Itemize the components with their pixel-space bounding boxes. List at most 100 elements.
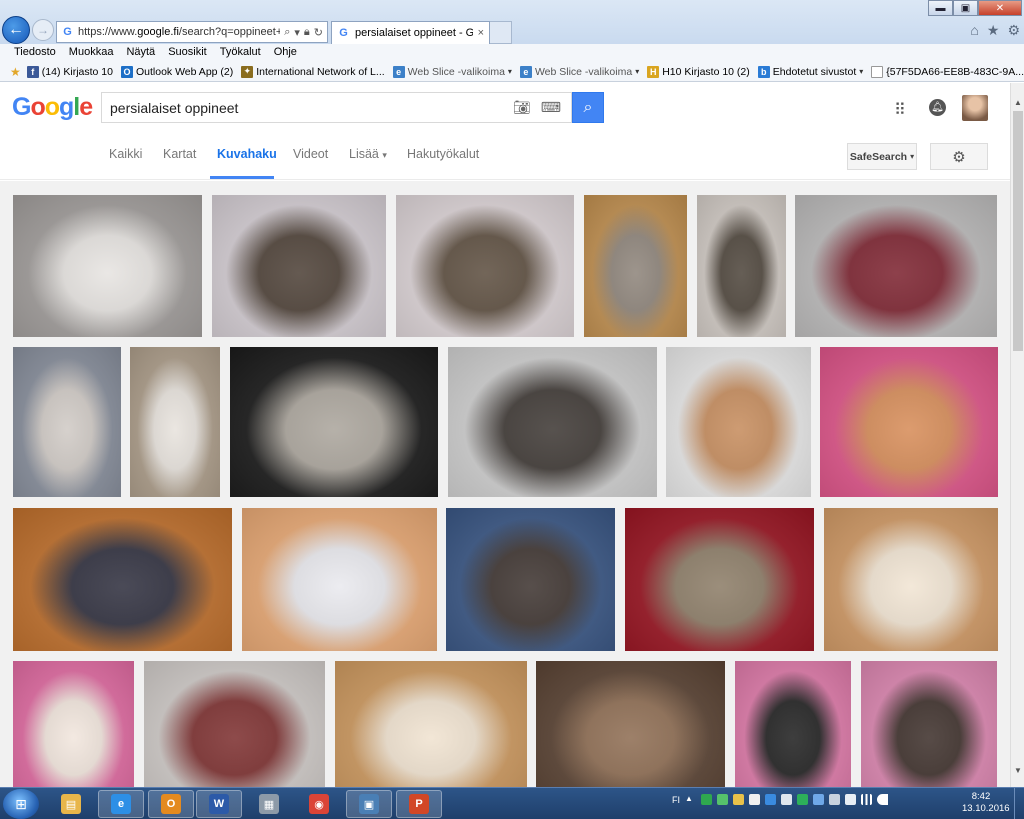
keyboard-icon[interactable]: ⌨	[541, 99, 561, 116]
image-thumbnail[interactable]	[795, 195, 997, 337]
tray-app-icon[interactable]	[829, 794, 840, 805]
scroll-up-icon[interactable]: ▲	[1011, 95, 1024, 109]
image-thumbnail[interactable]	[536, 661, 725, 787]
search-icon[interactable]: ⌕	[284, 26, 290, 39]
tray-arrow-icon[interactable]: ▲	[685, 794, 696, 805]
image-thumbnail[interactable]	[584, 195, 687, 337]
tab-all[interactable]: Kaikki	[109, 147, 142, 161]
image-thumbnail[interactable]	[230, 347, 438, 497]
refresh-icon[interactable]: ↻	[314, 26, 323, 39]
taskbar-app-explorer[interactable]: ▤	[48, 790, 94, 818]
tray-app-icon[interactable]	[733, 794, 744, 805]
settings-button[interactable]: ⚙	[930, 143, 988, 170]
new-tab-button[interactable]	[490, 21, 512, 44]
image-thumbnail[interactable]	[13, 195, 202, 337]
back-button[interactable]: ←	[2, 16, 30, 44]
image-thumbnail[interactable]	[824, 508, 998, 651]
tab-search-tools[interactable]: Hakutyökalut	[407, 147, 479, 161]
notifications-bell-icon[interactable]: 🔔︎	[929, 99, 946, 116]
tab-maps[interactable]: Kartat	[163, 147, 196, 161]
image-thumbnail[interactable]	[820, 347, 998, 497]
scroll-down-icon[interactable]: ▼	[1011, 763, 1024, 777]
show-desktop-button[interactable]	[1014, 788, 1024, 819]
menu-favorites[interactable]: Suosikit	[168, 44, 207, 62]
taskbar-app-chrome[interactable]: ◉	[296, 790, 342, 818]
menu-tools[interactable]: Työkalut	[220, 44, 261, 62]
image-thumbnail[interactable]	[130, 347, 220, 497]
image-thumbnail[interactable]	[625, 508, 814, 651]
tray-app-icon[interactable]	[701, 794, 712, 805]
tray-app-icon[interactable]	[749, 794, 760, 805]
home-icon[interactable]: ⌂	[970, 22, 978, 39]
chevron-down-icon[interactable]: ▾	[635, 67, 639, 76]
maximize-button[interactable]: ▣	[953, 0, 978, 16]
tools-gear-icon[interactable]: ⚙	[1007, 22, 1020, 39]
start-button[interactable]: ⊞	[3, 789, 39, 819]
image-thumbnail[interactable]	[666, 347, 811, 497]
menu-file[interactable]: Tiedosto	[14, 44, 56, 62]
taskbar-app-network[interactable]: ▣	[346, 790, 392, 818]
menu-view[interactable]: Näytä	[126, 44, 155, 62]
scrollbar-thumb[interactable]	[1013, 111, 1023, 351]
favorite-link[interactable]: H H10 Kirjasto 10 (2)	[647, 65, 750, 78]
taskbar-app-calculator[interactable]: ▦	[246, 790, 292, 818]
tray-app-icon[interactable]	[845, 794, 856, 805]
apps-grid-icon[interactable]: ⠿	[894, 100, 906, 120]
tab-more[interactable]: Lisää ▾	[349, 147, 387, 161]
clock[interactable]: 8:42 13.10.2016	[962, 791, 1010, 815]
volume-icon[interactable]	[877, 794, 888, 805]
image-thumbnail[interactable]	[446, 508, 615, 651]
image-thumbnail[interactable]	[13, 661, 134, 787]
page-scrollbar[interactable]: ▲ ▼	[1010, 83, 1024, 787]
favorite-link[interactable]: b Ehdotetut sivustot ▾	[757, 65, 863, 78]
search-input[interactable]: persialaiset oppineet 📷︎ ⌨	[101, 92, 572, 123]
image-thumbnail[interactable]	[448, 347, 657, 497]
forward-button[interactable]: →	[32, 19, 54, 41]
tab-images[interactable]: Kuvahaku	[217, 147, 277, 161]
image-thumbnail[interactable]	[13, 347, 121, 497]
address-url[interactable]: https://www.google.fi/search?q=oppineet+…	[78, 26, 280, 38]
camera-icon[interactable]: 📷︎	[513, 99, 531, 116]
taskbar-app-ie[interactable]: e	[98, 790, 144, 818]
tray-app-icon[interactable]	[797, 794, 808, 805]
favorite-link[interactable]: f (14) Kirjasto 10	[26, 65, 113, 78]
add-favorite-star-icon[interactable]: ★	[10, 65, 21, 79]
close-button[interactable]: ✕	[978, 0, 1022, 16]
safesearch-button[interactable]: SafeSearch ▾	[847, 143, 917, 170]
image-thumbnail[interactable]	[335, 661, 527, 787]
favorite-link[interactable]: e Web Slice -valikoima ▾	[519, 65, 639, 78]
image-thumbnail[interactable]	[13, 508, 232, 651]
tray-app-icon[interactable]	[765, 794, 776, 805]
favorite-link[interactable]: e Web Slice -valikoima ▾	[392, 65, 512, 78]
image-thumbnail[interactable]	[144, 661, 325, 787]
favorite-link[interactable]: O Outlook Web App (2)	[120, 65, 233, 78]
tray-app-icon[interactable]	[781, 794, 792, 805]
search-query[interactable]: persialaiset oppineet	[110, 100, 513, 116]
tray-app-icon[interactable]	[717, 794, 728, 805]
language-indicator[interactable]: FI	[672, 795, 680, 805]
favorite-link[interactable]: {57F5DA66-EE8B-483C-9A...	[871, 65, 1024, 78]
image-thumbnail[interactable]	[396, 195, 574, 337]
menu-help[interactable]: Ohje	[274, 44, 297, 62]
avatar[interactable]	[962, 95, 988, 121]
dropdown-icon[interactable]: ▾	[294, 26, 300, 39]
image-thumbnail[interactable]	[212, 195, 386, 337]
search-button[interactable]: ⌕	[572, 92, 604, 123]
lock-icon[interactable]: 🔒︎	[304, 26, 310, 39]
image-thumbnail[interactable]	[697, 195, 786, 337]
browser-tab[interactable]: G persialaiset oppineet - Goo... ×	[331, 21, 490, 44]
taskbar-app-word[interactable]: W	[196, 790, 242, 818]
image-thumbnail[interactable]	[242, 508, 437, 651]
minimize-button[interactable]: ▬	[928, 0, 953, 16]
chevron-down-icon[interactable]: ▾	[859, 67, 863, 76]
taskbar-app-outlook[interactable]: O	[148, 790, 194, 818]
image-thumbnail[interactable]	[735, 661, 851, 787]
taskbar-app-powerpoint[interactable]: P	[396, 790, 442, 818]
address-bar[interactable]: G https://www.google.fi/search?q=oppinee…	[56, 21, 328, 43]
signal-bars-icon[interactable]	[861, 794, 872, 805]
favorites-star-icon[interactable]: ★	[987, 22, 1000, 39]
tab-videos[interactable]: Videot	[293, 147, 328, 161]
favorite-link[interactable]: ✦ International Network of L...	[241, 65, 385, 78]
chevron-down-icon[interactable]: ▾	[508, 67, 512, 76]
tab-close-icon[interactable]: ×	[478, 27, 484, 39]
